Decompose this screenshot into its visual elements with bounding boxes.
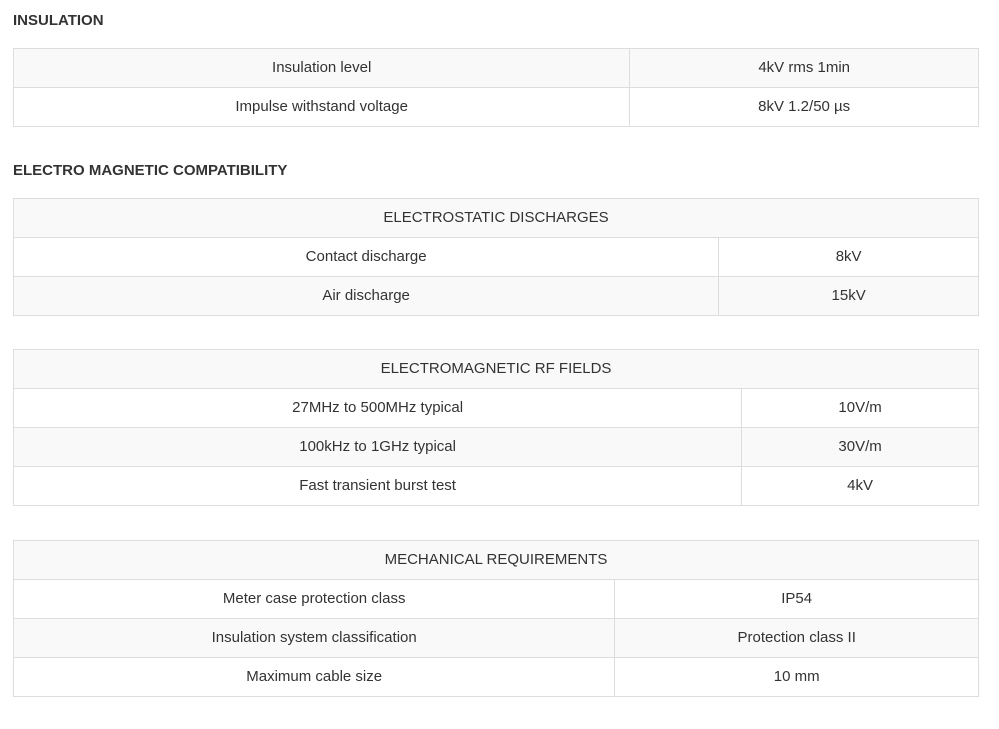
electrostatic-table: ELECTROSTATIC DISCHARGES Contact dischar… [12, 198, 979, 316]
row-value: 15kV [718, 276, 979, 316]
row-label: Meter case protection class [12, 579, 616, 619]
row-label: Impulse withstand voltage [12, 87, 631, 127]
table-row: Insulation level 4kV rms 1min [12, 48, 979, 88]
row-label: Insulation system classification [12, 618, 616, 658]
row-value: 10 mm [614, 657, 979, 697]
table-row: Fast transient burst test 4kV [12, 466, 979, 506]
row-label: 100kHz to 1GHz typical [12, 427, 743, 467]
row-value: IP54 [614, 579, 979, 619]
row-value: 8kV [718, 237, 979, 277]
table-row: 27MHz to 500MHz typical 10V/m [12, 388, 979, 428]
insulation-table: Insulation level 4kV rms 1min Impulse wi… [12, 48, 979, 127]
mechanical-table: MECHANICAL REQUIREMENTS Meter case prote… [12, 540, 979, 697]
table-header-row: MECHANICAL REQUIREMENTS [13, 540, 979, 580]
table-row: Impulse withstand voltage 8kV 1.2/50 µs [12, 87, 979, 127]
electrostatic-header: ELECTROSTATIC DISCHARGES [13, 198, 979, 238]
table-header-row: ELECTROSTATIC DISCHARGES [13, 198, 979, 238]
table-row: Meter case protection class IP54 [12, 579, 979, 619]
table-header-row: ELECTROMAGNETIC RF FIELDS [13, 349, 979, 389]
row-label: Insulation level [12, 48, 631, 88]
spec-page: INSULATION Insulation level 4kV rms 1min… [0, 0, 999, 729]
row-label: Air discharge [12, 276, 720, 316]
table-row: Insulation system classification Protect… [12, 618, 979, 658]
table-row: Maximum cable size 10 mm [12, 657, 979, 697]
row-label: Contact discharge [12, 237, 720, 277]
mechanical-header: MECHANICAL REQUIREMENTS [13, 540, 979, 580]
rf-fields-table: ELECTROMAGNETIC RF FIELDS 27MHz to 500MH… [12, 349, 979, 506]
row-value: 4kV rms 1min [629, 48, 979, 88]
table-row: Air discharge 15kV [12, 276, 979, 316]
row-label: Maximum cable size [12, 657, 616, 697]
emc-title: ELECTRO MAGNETIC COMPATIBILITY [13, 162, 288, 179]
row-value: 4kV [741, 466, 979, 506]
table-row: 100kHz to 1GHz typical 30V/m [12, 427, 979, 467]
rf-fields-header: ELECTROMAGNETIC RF FIELDS [13, 349, 979, 389]
insulation-title: INSULATION [13, 12, 104, 29]
row-label: Fast transient burst test [12, 466, 743, 506]
row-value: 30V/m [741, 427, 979, 467]
row-label: 27MHz to 500MHz typical [12, 388, 743, 428]
row-value: Protection class II [614, 618, 979, 658]
row-value: 8kV 1.2/50 µs [629, 87, 979, 127]
row-value: 10V/m [741, 388, 979, 428]
table-row: Contact discharge 8kV [12, 237, 979, 277]
